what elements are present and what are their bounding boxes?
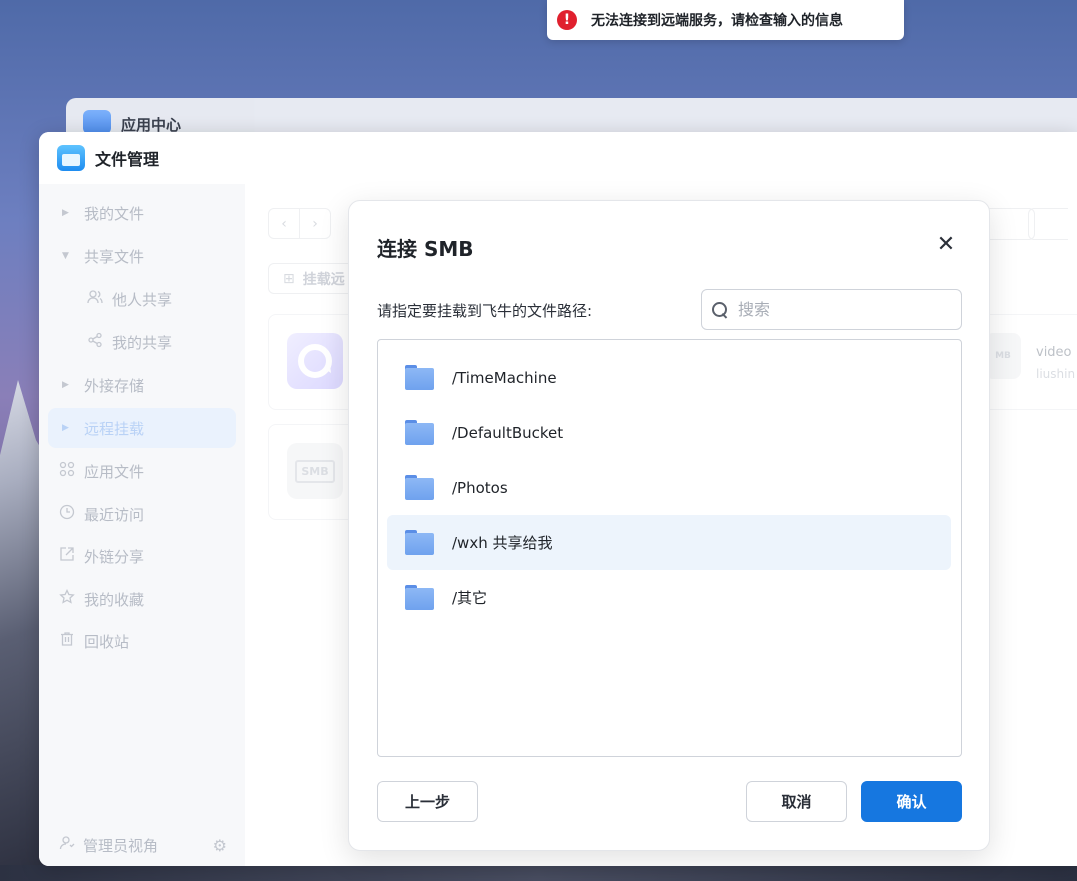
window-titlebar[interactable]: 文件管理 (39, 132, 1077, 184)
users-icon (86, 289, 104, 309)
confirm-button[interactable]: 确认 (861, 781, 962, 822)
sidebar-item-app-files[interactable]: 应用文件 (48, 451, 236, 491)
window-title: 文件管理 (95, 150, 160, 169)
wallpaper-bottom (0, 865, 1077, 881)
path-label: 请指定要挂载到飞牛的文件路径: (377, 302, 593, 320)
search-input[interactable] (738, 300, 938, 319)
folder-icon (405, 365, 434, 390)
clock-icon (58, 504, 76, 524)
sidebar-item-label: 远程挂载 (84, 419, 145, 438)
previous-step-button[interactable]: 上一步 (377, 781, 478, 822)
folder-name: /其它 (452, 589, 488, 607)
search-field[interactable] (701, 289, 962, 330)
caret-right-icon: ▶ (62, 423, 69, 433)
app-store-icon (83, 110, 111, 134)
admin-view-label: 管理员视角 (83, 836, 159, 855)
caret-down-icon: ▼ (62, 251, 69, 261)
sidebar-item-label: 共享文件 (84, 247, 145, 266)
folder-row[interactable]: /DefaultBucket (387, 405, 951, 460)
error-toast: ! 无法连接到远端服务，请检查输入的信息 (547, 0, 904, 40)
folder-name: /wxh 共享给我 (452, 534, 553, 552)
sidebar-item-shared-files[interactable]: ▼ 共享文件 (48, 236, 236, 276)
connect-smb-dialog: 连接 SMB ✕ 请指定要挂载到飞牛的文件路径: /TimeMachine /D… (348, 200, 990, 851)
sidebar-item-others-shared[interactable]: 他人共享 (48, 279, 236, 319)
folder-row[interactable]: /Photos (387, 460, 951, 515)
sidebar-item-label: 我的文件 (84, 204, 145, 223)
sidebar-item-trash[interactable]: 回收站 (48, 621, 236, 661)
sidebar-item-label: 他人共享 (112, 290, 173, 309)
trash-icon (58, 631, 76, 651)
sidebar: ▶ 我的文件 ▼ 共享文件 他人共享 我的共享 ▶ 外接存储 ▶ 远程挂载 应用… (39, 184, 245, 866)
sidebar-item-label: 我的共享 (112, 333, 173, 352)
error-toast-message: 无法连接到远端服务，请检查输入的信息 (591, 13, 843, 29)
folder-icon (405, 475, 434, 500)
sidebar-item-external-storage[interactable]: ▶ 外接存储 (48, 365, 236, 405)
sidebar-item-remote-mount[interactable]: ▶ 远程挂载 (48, 408, 236, 448)
dialog-title: 连接 SMB (377, 237, 474, 261)
sidebar-item-favorites[interactable]: 我的收藏 (48, 579, 236, 619)
share-icon (86, 332, 104, 352)
folder-row[interactable]: /TimeMachine (387, 350, 951, 405)
star-icon (58, 588, 76, 609)
sidebar-item-label: 回收站 (84, 632, 130, 651)
error-icon: ! (557, 10, 577, 30)
search-icon (712, 301, 728, 318)
sidebar-item-label: 我的收藏 (84, 590, 145, 609)
sidebar-item-label: 最近访问 (84, 505, 145, 524)
folder-name: /Photos (452, 478, 508, 497)
sidebar-item-label: 外接存储 (84, 376, 145, 395)
sidebar-item-label: 外链分享 (84, 547, 145, 566)
cancel-button[interactable]: 取消 (746, 781, 847, 822)
folder-name: /DefaultBucket (452, 423, 564, 442)
user-icon (59, 835, 75, 855)
sidebar-item-external-links[interactable]: 外链分享 (48, 536, 236, 576)
sidebar-item-label: 应用文件 (84, 462, 145, 481)
sidebar-item-my-shares[interactable]: 我的共享 (48, 322, 236, 362)
folder-name: /TimeMachine (452, 368, 557, 387)
admin-view-toggle[interactable]: 管理员视角 ⚙ (39, 824, 245, 866)
folder-row[interactable]: /其它 (387, 570, 951, 625)
file-manager-icon (57, 145, 85, 171)
caret-right-icon: ▶ (62, 380, 69, 390)
caret-right-icon: ▶ (62, 208, 69, 218)
gear-icon[interactable]: ⚙ (213, 836, 227, 855)
folder-list[interactable]: /TimeMachine /DefaultBucket /Photos /wxh… (377, 339, 962, 757)
folder-icon (405, 585, 434, 610)
folder-icon (405, 420, 434, 445)
apps-icon (58, 461, 76, 481)
sidebar-item-recent[interactable]: 最近访问 (48, 494, 236, 534)
external-link-icon (58, 546, 76, 566)
folder-row-selected[interactable]: /wxh 共享给我 (387, 515, 951, 570)
close-icon[interactable]: ✕ (934, 233, 958, 257)
sidebar-item-my-files[interactable]: ▶ 我的文件 (48, 193, 236, 233)
folder-icon (405, 530, 434, 555)
